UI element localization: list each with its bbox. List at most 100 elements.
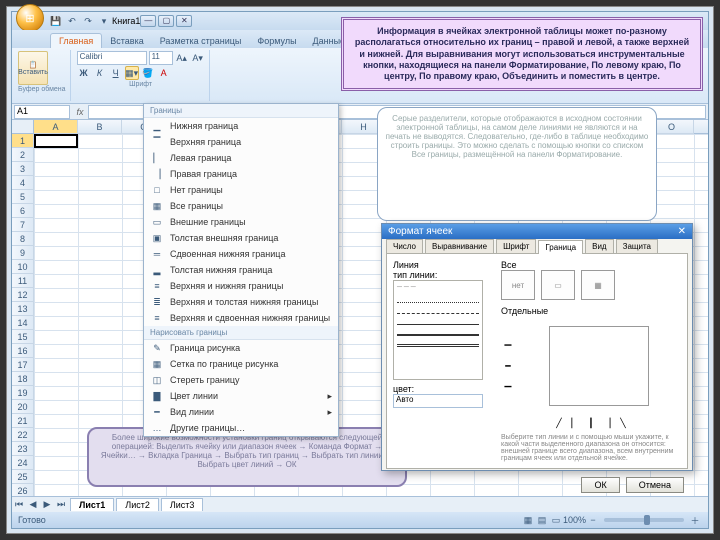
border-item[interactable]: ▦Все границы	[144, 198, 338, 214]
close-button[interactable]: ✕	[176, 15, 192, 27]
border-item[interactable]: ≣Верхняя и толстая нижняя границы	[144, 294, 338, 310]
view-layout-icon[interactable]: ▤	[535, 513, 549, 527]
row-header-18[interactable]: 18	[12, 372, 34, 386]
row-header-23[interactable]: 23	[12, 442, 34, 456]
border-item[interactable]: □Нет границы	[144, 182, 338, 198]
border-item[interactable]: ✎Граница рисунка	[144, 340, 338, 356]
tab-nav-prev-icon[interactable]: ◀	[26, 499, 40, 510]
row-header-10[interactable]: 10	[12, 260, 34, 274]
fill-color-button[interactable]: 🪣	[141, 66, 155, 80]
preset-inside[interactable]: ▦	[581, 270, 615, 300]
underline-button[interactable]: Ч	[109, 66, 123, 80]
row-header-20[interactable]: 20	[12, 400, 34, 414]
row-header-15[interactable]: 15	[12, 330, 34, 344]
paste-button[interactable]: 📋 Вставить	[18, 51, 48, 85]
zoom-in-icon[interactable]: ＋	[688, 513, 702, 527]
save-button[interactable]: 💾	[49, 14, 63, 28]
tab-formulas[interactable]: Формулы	[249, 34, 304, 48]
office-button[interactable]: ⊞	[16, 4, 44, 32]
border-left-btn[interactable]: ▏	[568, 416, 582, 430]
fx-icon[interactable]: fx	[72, 107, 88, 117]
border-item[interactable]: ▦Сетка по границе рисунка	[144, 356, 338, 372]
border-diag2-btn[interactable]: ╲	[616, 416, 630, 430]
line-style-list[interactable]: ─ ─ ─	[393, 280, 483, 380]
row-header-8[interactable]: 8	[12, 232, 34, 246]
bold-button[interactable]: Ж	[77, 66, 91, 80]
borders-button[interactable]: ▦▾	[125, 66, 139, 80]
sheet-tab-1[interactable]: Лист1	[70, 498, 114, 511]
row-header-22[interactable]: 22	[12, 428, 34, 442]
border-item[interactable]: ▂Толстая нижняя граница	[144, 262, 338, 278]
row-header-3[interactable]: 3	[12, 162, 34, 176]
minimize-button[interactable]: —	[140, 15, 156, 27]
border-item[interactable]: ▔Верхняя граница	[144, 134, 338, 150]
border-right-btn[interactable]: ▕	[600, 416, 614, 430]
row-header-24[interactable]: 24	[12, 456, 34, 470]
redo-button[interactable]: ↷	[81, 14, 95, 28]
border-mid-h-btn[interactable]: ━	[501, 359, 515, 373]
row-header-25[interactable]: 25	[12, 470, 34, 484]
border-diag1-btn[interactable]: ╱	[552, 416, 566, 430]
row-header-11[interactable]: 11	[12, 274, 34, 288]
border-item[interactable]: ▣Толстая внешняя граница	[144, 230, 338, 246]
row-header-13[interactable]: 13	[12, 302, 34, 316]
preset-outline[interactable]: ▭	[541, 270, 575, 300]
border-item[interactable]: …Другие границы…	[144, 420, 338, 436]
row-header-16[interactable]: 16	[12, 344, 34, 358]
view-break-icon[interactable]: ▭	[549, 513, 563, 527]
row-header-26[interactable]: 26	[12, 484, 34, 496]
row-header-21[interactable]: 21	[12, 414, 34, 428]
row-header-9[interactable]: 9	[12, 246, 34, 260]
row-header-5[interactable]: 5	[12, 190, 34, 204]
border-item[interactable]: ━Вид линии ▸	[144, 404, 338, 420]
maximize-button[interactable]: ▢	[158, 15, 174, 27]
border-item[interactable]: ▁Нижняя граница	[144, 118, 338, 134]
row-header-7[interactable]: 7	[12, 218, 34, 232]
dialog-ok-button[interactable]: ОК	[581, 477, 619, 493]
dialog-cancel-button[interactable]: Отмена	[626, 477, 684, 493]
row-header-17[interactable]: 17	[12, 358, 34, 372]
border-item[interactable]: ▭Внешние границы	[144, 214, 338, 230]
dialog-tab[interactable]: Граница	[538, 240, 583, 254]
tab-insert[interactable]: Вставка	[102, 34, 151, 48]
border-item[interactable]: ▇Цвет линии ▸	[144, 388, 338, 404]
italic-button[interactable]: К	[93, 66, 107, 80]
row-header-2[interactable]: 2	[12, 148, 34, 162]
font-name-select[interactable]: Calibri	[77, 51, 147, 65]
dialog-tab[interactable]: Шрифт	[496, 239, 536, 253]
row-header-1[interactable]: 1	[12, 134, 34, 148]
shrink-font-icon[interactable]: A▾	[191, 51, 205, 65]
sheet-tab-3[interactable]: Лист3	[161, 498, 204, 511]
dialog-close-icon[interactable]: ✕	[678, 226, 686, 237]
border-color-select[interactable]: Авто	[393, 394, 483, 408]
dialog-tab[interactable]: Число	[386, 239, 423, 253]
border-bottom-btn[interactable]: ▁	[501, 375, 515, 389]
border-item[interactable]: ▏Левая граница	[144, 150, 338, 166]
border-top-btn[interactable]: ▔	[501, 343, 515, 357]
tab-nav-last-icon[interactable]: ⏭	[54, 499, 68, 510]
tab-home[interactable]: Главная	[50, 33, 102, 48]
tab-nav-first-icon[interactable]: ⏮	[12, 499, 26, 510]
row-header-19[interactable]: 19	[12, 386, 34, 400]
grow-font-icon[interactable]: A▴	[175, 51, 189, 65]
sheet-tab-2[interactable]: Лист2	[116, 498, 159, 511]
font-color-button[interactable]: A	[157, 66, 171, 80]
preset-none[interactable]: нет	[501, 270, 535, 300]
border-mid-v-btn[interactable]: ┃	[584, 416, 598, 430]
dialog-tab[interactable]: Защита	[616, 239, 658, 253]
col-header-B[interactable]: B	[78, 120, 122, 134]
zoom-out-icon[interactable]: −	[586, 513, 600, 527]
dialog-tab[interactable]: Выравнивание	[425, 239, 494, 253]
border-item[interactable]: ◫Стереть границу	[144, 372, 338, 388]
view-normal-icon[interactable]: ▦	[521, 513, 535, 527]
row-header-12[interactable]: 12	[12, 288, 34, 302]
row-header-4[interactable]: 4	[12, 176, 34, 190]
col-header-A[interactable]: A	[34, 120, 78, 134]
border-item[interactable]: ≡Верхняя и сдвоенная нижняя границы	[144, 310, 338, 326]
tab-nav-next-icon[interactable]: ▶	[40, 499, 54, 510]
font-size-select[interactable]: 11	[149, 51, 173, 65]
border-item[interactable]: ≡Верхняя и нижняя границы	[144, 278, 338, 294]
select-all-corner[interactable]	[12, 120, 34, 134]
qat-customize-icon[interactable]: ▾	[97, 14, 111, 28]
dialog-tab[interactable]: Вид	[585, 239, 613, 253]
